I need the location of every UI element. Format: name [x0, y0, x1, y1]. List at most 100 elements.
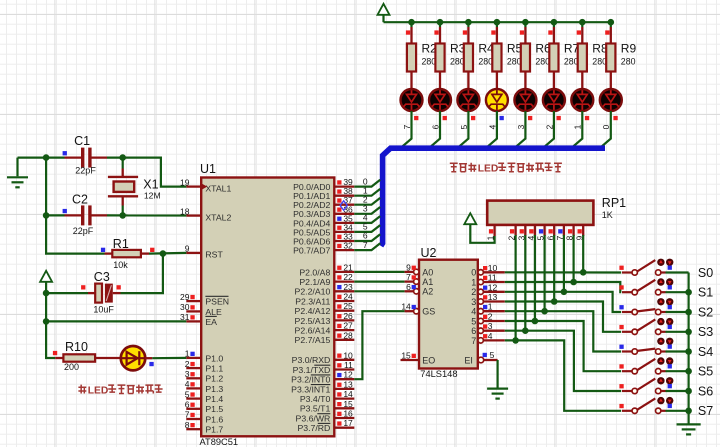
svg-text:4: 4 — [185, 379, 190, 389]
svg-text:A0: A0 — [422, 267, 433, 277]
svg-text:P2.0/A8: P2.0/A8 — [299, 267, 330, 277]
svg-text:3: 3 — [185, 369, 190, 379]
svg-text:2: 2 — [544, 124, 554, 129]
svg-text:C3: C3 — [94, 270, 110, 284]
svg-text:5: 5 — [471, 316, 476, 326]
svg-text:17: 17 — [343, 418, 353, 428]
svg-text:A2: A2 — [422, 287, 433, 297]
svg-text:A1: A1 — [422, 277, 433, 287]
svg-text:P2.5/A13: P2.5/A13 — [295, 316, 331, 326]
svg-text:12M: 12M — [144, 191, 161, 201]
svg-text:7: 7 — [185, 410, 190, 420]
svg-text:3: 3 — [471, 297, 476, 307]
svg-text:RP1: RP1 — [602, 196, 626, 210]
svg-text:10: 10 — [488, 263, 498, 273]
svg-text:0: 0 — [601, 124, 611, 129]
svg-text:S1: S1 — [698, 286, 713, 300]
svg-text:6: 6 — [430, 124, 440, 129]
svg-text:10: 10 — [343, 350, 353, 360]
svg-text:1K: 1K — [602, 210, 613, 220]
svg-text:16: 16 — [343, 409, 353, 419]
svg-text:13: 13 — [343, 379, 353, 389]
svg-text:XTAL2: XTAL2 — [205, 213, 231, 223]
svg-text:6: 6 — [185, 400, 190, 410]
svg-text:P2.7/A15: P2.7/A15 — [295, 335, 331, 345]
svg-text:S3: S3 — [698, 325, 713, 339]
svg-text:P2.6/A14: P2.6/A14 — [295, 326, 331, 336]
svg-text:X1: X1 — [143, 178, 158, 192]
svg-text:28: 28 — [343, 330, 353, 340]
svg-text:23: 23 — [343, 282, 353, 292]
svg-text:26: 26 — [343, 311, 353, 321]
svg-text:11: 11 — [488, 273, 497, 283]
svg-text:280: 280 — [564, 56, 579, 66]
svg-text:280: 280 — [478, 56, 493, 66]
svg-text:0: 0 — [471, 268, 476, 278]
svg-text:P2.1/A9: P2.1/A9 — [299, 277, 330, 287]
svg-text:RST: RST — [205, 249, 223, 259]
svg-text:2: 2 — [185, 359, 190, 369]
svg-text:280: 280 — [507, 56, 522, 66]
svg-text:GS: GS — [422, 307, 435, 317]
svg-text:P3.5/T1: P3.5/T1 — [300, 404, 331, 414]
svg-text:S4: S4 — [698, 345, 713, 359]
svg-text:P2.2/A10: P2.2/A10 — [295, 287, 331, 297]
svg-text:4: 4 — [487, 124, 497, 129]
svg-text:200: 200 — [64, 362, 79, 372]
svg-text:280: 280 — [621, 56, 636, 66]
svg-text:S5: S5 — [698, 365, 713, 379]
svg-text:1: 1 — [488, 302, 493, 312]
svg-text:P1.5: P1.5 — [205, 404, 223, 414]
svg-text:P1.1: P1.1 — [205, 364, 223, 374]
svg-text:29: 29 — [180, 292, 190, 302]
svg-text:15: 15 — [401, 351, 411, 361]
svg-text:5: 5 — [185, 389, 190, 399]
svg-text:10k: 10k — [113, 260, 128, 270]
svg-text:ALE: ALE — [205, 307, 222, 317]
svg-text:8: 8 — [185, 420, 190, 430]
svg-text:7: 7 — [406, 272, 411, 282]
svg-text:R1: R1 — [113, 237, 129, 251]
svg-text:3: 3 — [516, 124, 526, 129]
svg-text:280: 280 — [450, 56, 465, 66]
svg-text:3: 3 — [488, 321, 493, 331]
svg-text:4: 4 — [488, 331, 493, 341]
svg-text:6: 6 — [471, 326, 476, 336]
svg-text:P1.7: P1.7 — [205, 425, 223, 435]
svg-text:1: 1 — [573, 124, 583, 129]
svg-text:LED: LED — [478, 164, 499, 175]
svg-text:P1.3: P1.3 — [205, 384, 223, 394]
svg-text:S7: S7 — [698, 404, 713, 418]
svg-text:13: 13 — [488, 292, 498, 302]
svg-text:C1: C1 — [74, 134, 90, 148]
svg-text:P3.6/WR: P3.6/WR — [296, 413, 331, 423]
svg-text:P1.4: P1.4 — [205, 394, 223, 404]
svg-text:P1.0: P1.0 — [205, 353, 223, 363]
svg-text:22pF: 22pF — [75, 165, 96, 175]
svg-text:10uF: 10uF — [93, 305, 114, 315]
svg-text:32: 32 — [343, 241, 353, 251]
svg-text:6: 6 — [406, 282, 411, 292]
svg-text:XTAL1: XTAL1 — [205, 184, 231, 194]
svg-text:P2.4/A12: P2.4/A12 — [295, 306, 331, 316]
svg-text:1: 1 — [471, 277, 476, 287]
svg-text:S2: S2 — [698, 305, 713, 319]
svg-text:AT89C51: AT89C51 — [200, 437, 239, 447]
svg-text:S6: S6 — [698, 384, 713, 398]
svg-text:EA: EA — [205, 317, 217, 327]
svg-text:P3.0/RXD: P3.0/RXD — [292, 355, 331, 365]
svg-text:LED: LED — [88, 386, 109, 397]
svg-text:P0.7/AD7: P0.7/AD7 — [293, 246, 330, 256]
svg-text:P1.2: P1.2 — [205, 374, 223, 384]
svg-text:P3.3/INT1: P3.3/INT1 — [291, 384, 330, 394]
svg-text:9: 9 — [406, 262, 411, 272]
svg-text:C2: C2 — [72, 193, 88, 207]
svg-text:24: 24 — [343, 292, 353, 302]
svg-text:7: 7 — [402, 124, 412, 129]
svg-text:30: 30 — [180, 302, 190, 312]
svg-text:2: 2 — [488, 312, 493, 322]
svg-text:7: 7 — [471, 336, 476, 346]
svg-text:5: 5 — [459, 124, 469, 129]
svg-text:21: 21 — [343, 262, 353, 272]
svg-text:5: 5 — [490, 350, 495, 360]
